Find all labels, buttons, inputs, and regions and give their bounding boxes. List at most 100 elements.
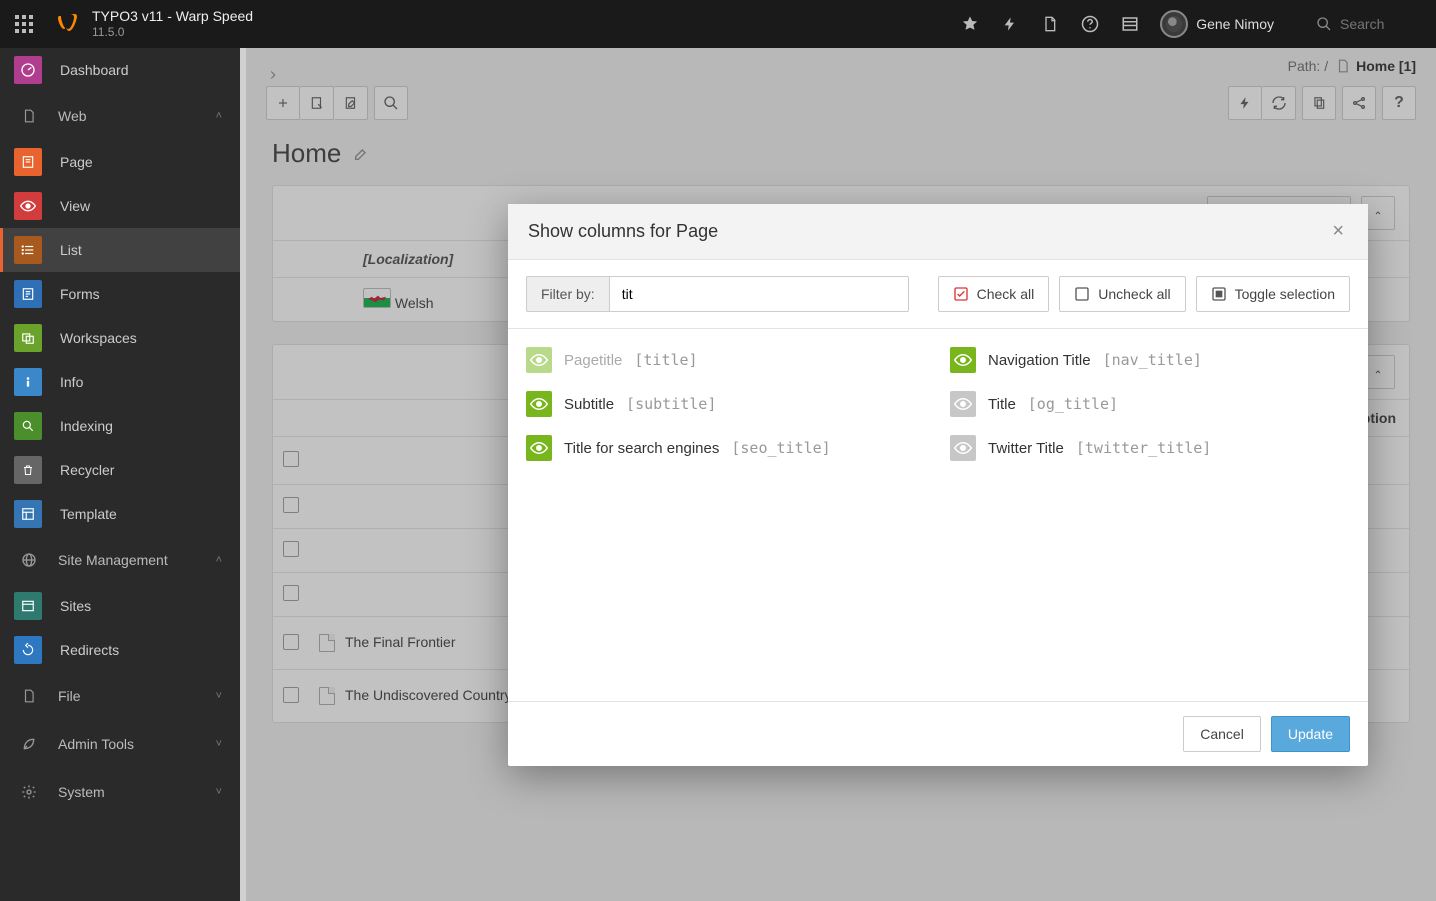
- view-module-icon: [14, 192, 42, 220]
- nav-item-info[interactable]: Info: [0, 360, 240, 404]
- rocket-icon: [18, 736, 40, 752]
- nav-item-forms[interactable]: Forms: [0, 272, 240, 316]
- help-icon[interactable]: [1070, 0, 1110, 48]
- column-option-field: [subtitle]: [626, 395, 716, 413]
- nav-item-workspaces[interactable]: Workspaces: [0, 316, 240, 360]
- nav-group-label: Admin Tools: [58, 736, 134, 752]
- eye-toggle-icon: [526, 347, 552, 373]
- list-module-icon: [14, 236, 42, 264]
- nav-item-dashboard[interactable]: Dashboard: [0, 48, 240, 92]
- nav-group-site-management[interactable]: Site Management˄: [0, 536, 240, 584]
- modal-body: Pagetitle [title] Navigation Title [nav_tit…: [508, 329, 1368, 701]
- toggle-selection-button[interactable]: Toggle selection: [1196, 276, 1350, 312]
- modal-footer: Cancel Update: [508, 701, 1368, 766]
- apps-grid-icon[interactable]: [0, 0, 48, 48]
- nav-label: List: [60, 242, 82, 258]
- nav-label: Info: [60, 374, 83, 390]
- eye-toggle-icon[interactable]: [950, 391, 976, 417]
- nav-label: Template: [60, 506, 117, 522]
- column-option[interactable]: Subtitle[subtitle]: [526, 391, 926, 417]
- checkbox-checked-icon: [953, 286, 969, 302]
- nav-label: View: [60, 198, 90, 214]
- info-module-icon: [14, 368, 42, 396]
- column-option[interactable]: Title for search engines[seo_title]: [526, 435, 926, 461]
- bookmark-star-icon[interactable]: [950, 0, 990, 48]
- nav-item-list[interactable]: List: [0, 228, 240, 272]
- search-input[interactable]: [1340, 16, 1420, 32]
- column-option-label: Twitter Title: [988, 440, 1064, 457]
- site-title: TYPO3 v11 - Warp Speed: [92, 9, 253, 24]
- chevron-up-icon: ˄: [216, 554, 222, 566]
- label: Uncheck all: [1098, 286, 1170, 302]
- document-icon[interactable]: [1030, 0, 1070, 48]
- column-option-field: [title]: [634, 351, 697, 369]
- toggle-selection-icon: [1211, 286, 1227, 302]
- column-option: Pagetitle [title]: [526, 347, 926, 373]
- eye-toggle-icon[interactable]: [526, 435, 552, 461]
- indexing-module-icon: [14, 412, 42, 440]
- user-menu[interactable]: Gene Nimoy: [1150, 10, 1306, 38]
- eye-toggle-icon[interactable]: [950, 347, 976, 373]
- modal-title: Show columns for Page: [528, 221, 718, 242]
- user-avatar-icon: [1160, 10, 1188, 38]
- sites-module-icon: [14, 592, 42, 620]
- nav-group-web[interactable]: Web˄: [0, 92, 240, 140]
- nav-label: Sites: [60, 598, 91, 614]
- column-option-label: Navigation Title: [988, 352, 1091, 369]
- workspaces-module-icon: [14, 324, 42, 352]
- filter-input[interactable]: [609, 276, 909, 312]
- page-module-icon: [14, 148, 42, 176]
- dashboard-icon: [14, 56, 42, 84]
- flash-icon[interactable]: [990, 0, 1030, 48]
- column-option[interactable]: Navigation Title [nav_title]: [950, 347, 1350, 373]
- chevron-down-icon: ˅: [216, 690, 222, 702]
- list-panel-icon[interactable]: [1110, 0, 1150, 48]
- user-name: Gene Nimoy: [1196, 16, 1274, 32]
- nav-item-sites[interactable]: Sites: [0, 584, 240, 628]
- column-option-field: [seo_title]: [731, 439, 830, 457]
- eye-toggle-icon[interactable]: [950, 435, 976, 461]
- modal-header: Show columns for Page ×: [508, 204, 1368, 260]
- update-button[interactable]: Update: [1271, 716, 1350, 752]
- filter-label: Filter by:: [526, 276, 609, 312]
- nav-label: Recycler: [60, 462, 114, 478]
- content-area: Path: / Home [1] ? Home Show Columns: [246, 48, 1436, 901]
- close-icon[interactable]: ×: [1328, 220, 1348, 243]
- nav-item-recycler[interactable]: Recycler: [0, 448, 240, 492]
- nav-group-file[interactable]: File ˅: [0, 672, 240, 720]
- nav-item-template[interactable]: Template: [0, 492, 240, 536]
- show-columns-modal: Show columns for Page × Filter by: Check…: [508, 204, 1368, 766]
- column-option[interactable]: Title [og_title]: [950, 391, 1350, 417]
- column-option-field: [og_title]: [1028, 395, 1118, 413]
- column-option[interactable]: Twitter Title [twitter_title]: [950, 435, 1350, 461]
- nav-item-indexing[interactable]: Indexing: [0, 404, 240, 448]
- file-icon: [18, 688, 40, 704]
- column-option-field: [nav_title]: [1103, 351, 1202, 369]
- site-version: 11.5.0: [92, 26, 253, 39]
- column-option-label: Pagetitle: [564, 352, 622, 369]
- gear-icon: [18, 784, 40, 800]
- column-option-label: Title: [988, 396, 1016, 413]
- chevron-down-icon: ˅: [216, 786, 222, 798]
- eye-toggle-icon[interactable]: [526, 391, 552, 417]
- filter-group: Filter by:: [526, 276, 909, 312]
- nav-item-redirects[interactable]: Redirects: [0, 628, 240, 672]
- nav-group-label: System: [58, 784, 105, 800]
- topbar: TYPO3 v11 - Warp Speed 11.5.0 Gene Nimoy: [0, 0, 1436, 48]
- nav-label: Indexing: [60, 418, 113, 434]
- template-module-icon: [14, 500, 42, 528]
- cancel-button[interactable]: Cancel: [1183, 716, 1261, 752]
- check-all-button[interactable]: Check all: [938, 276, 1050, 312]
- page-icon: [18, 108, 40, 124]
- nav-item-page[interactable]: Page: [0, 140, 240, 184]
- column-option-field: [twitter_title]: [1076, 439, 1211, 457]
- forms-module-icon: [14, 280, 42, 308]
- nav-group-system[interactable]: System ˅: [0, 768, 240, 816]
- uncheck-all-button[interactable]: Uncheck all: [1059, 276, 1185, 312]
- search-icon: [1316, 16, 1332, 32]
- nav-group-admin-tools[interactable]: Admin Tools˅: [0, 720, 240, 768]
- global-search[interactable]: [1306, 16, 1436, 32]
- nav-group-label: File: [58, 688, 81, 704]
- nav-label: Redirects: [60, 642, 119, 658]
- nav-item-view[interactable]: View: [0, 184, 240, 228]
